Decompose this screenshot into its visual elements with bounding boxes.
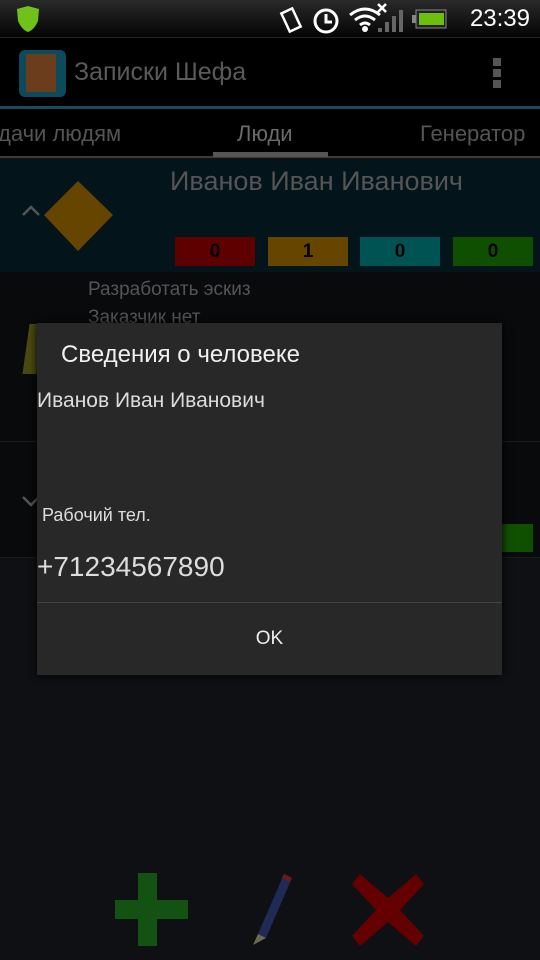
overflow-menu-icon[interactable] bbox=[490, 58, 504, 90]
counter-green: 0 bbox=[453, 237, 533, 266]
vibrate-icon bbox=[279, 7, 303, 33]
counter-teal: 0 bbox=[360, 237, 440, 266]
person-info-dialog: Сведения о человеке Иванов Иван Иванович… bbox=[37, 323, 502, 675]
signal-icon bbox=[377, 3, 403, 32]
app-title: Записки Шефа bbox=[74, 58, 247, 86]
delete-icon[interactable] bbox=[352, 874, 424, 946]
dialog-title: Сведения о человеке bbox=[61, 341, 300, 368]
ok-button[interactable]: OK bbox=[37, 603, 502, 675]
counter-orange: 1 bbox=[268, 237, 348, 266]
add-icon[interactable] bbox=[115, 873, 189, 946]
phone-label: Рабочий тел. bbox=[42, 505, 151, 525]
person-row[interactable]: Иванов Иван Иванович 0 1 0 0 bbox=[0, 160, 540, 272]
phone-number[interactable]: +71234567890 bbox=[37, 551, 225, 583]
person-name: Иванов Иван Иванович bbox=[170, 166, 463, 196]
tab-generator[interactable]: Генератор bbox=[420, 121, 525, 147]
app-logo-icon[interactable] bbox=[19, 50, 66, 97]
collapse-chevron-icon[interactable] bbox=[20, 180, 120, 256]
clock: 23:39 bbox=[469, 5, 530, 32]
tab-bar: дачи людям Люди Генератор bbox=[0, 109, 540, 158]
battery-icon bbox=[412, 9, 447, 29]
pencil-icon[interactable] bbox=[250, 872, 294, 946]
dialog-person-name: Иванов Иван Иванович bbox=[37, 389, 265, 412]
counter-red: 0 bbox=[175, 237, 255, 266]
tab-people[interactable]: Люди bbox=[237, 121, 293, 147]
task-title: Разработать эскиз bbox=[88, 279, 251, 300]
action-bar: Записки Шефа bbox=[0, 38, 540, 106]
tab-indicator bbox=[213, 152, 328, 157]
antivirus-shield-icon bbox=[17, 6, 39, 32]
tab-tasks-to-people[interactable]: дачи людям bbox=[0, 121, 121, 147]
status-bar: 23:39 bbox=[0, 0, 540, 38]
alarm-icon bbox=[313, 8, 339, 34]
